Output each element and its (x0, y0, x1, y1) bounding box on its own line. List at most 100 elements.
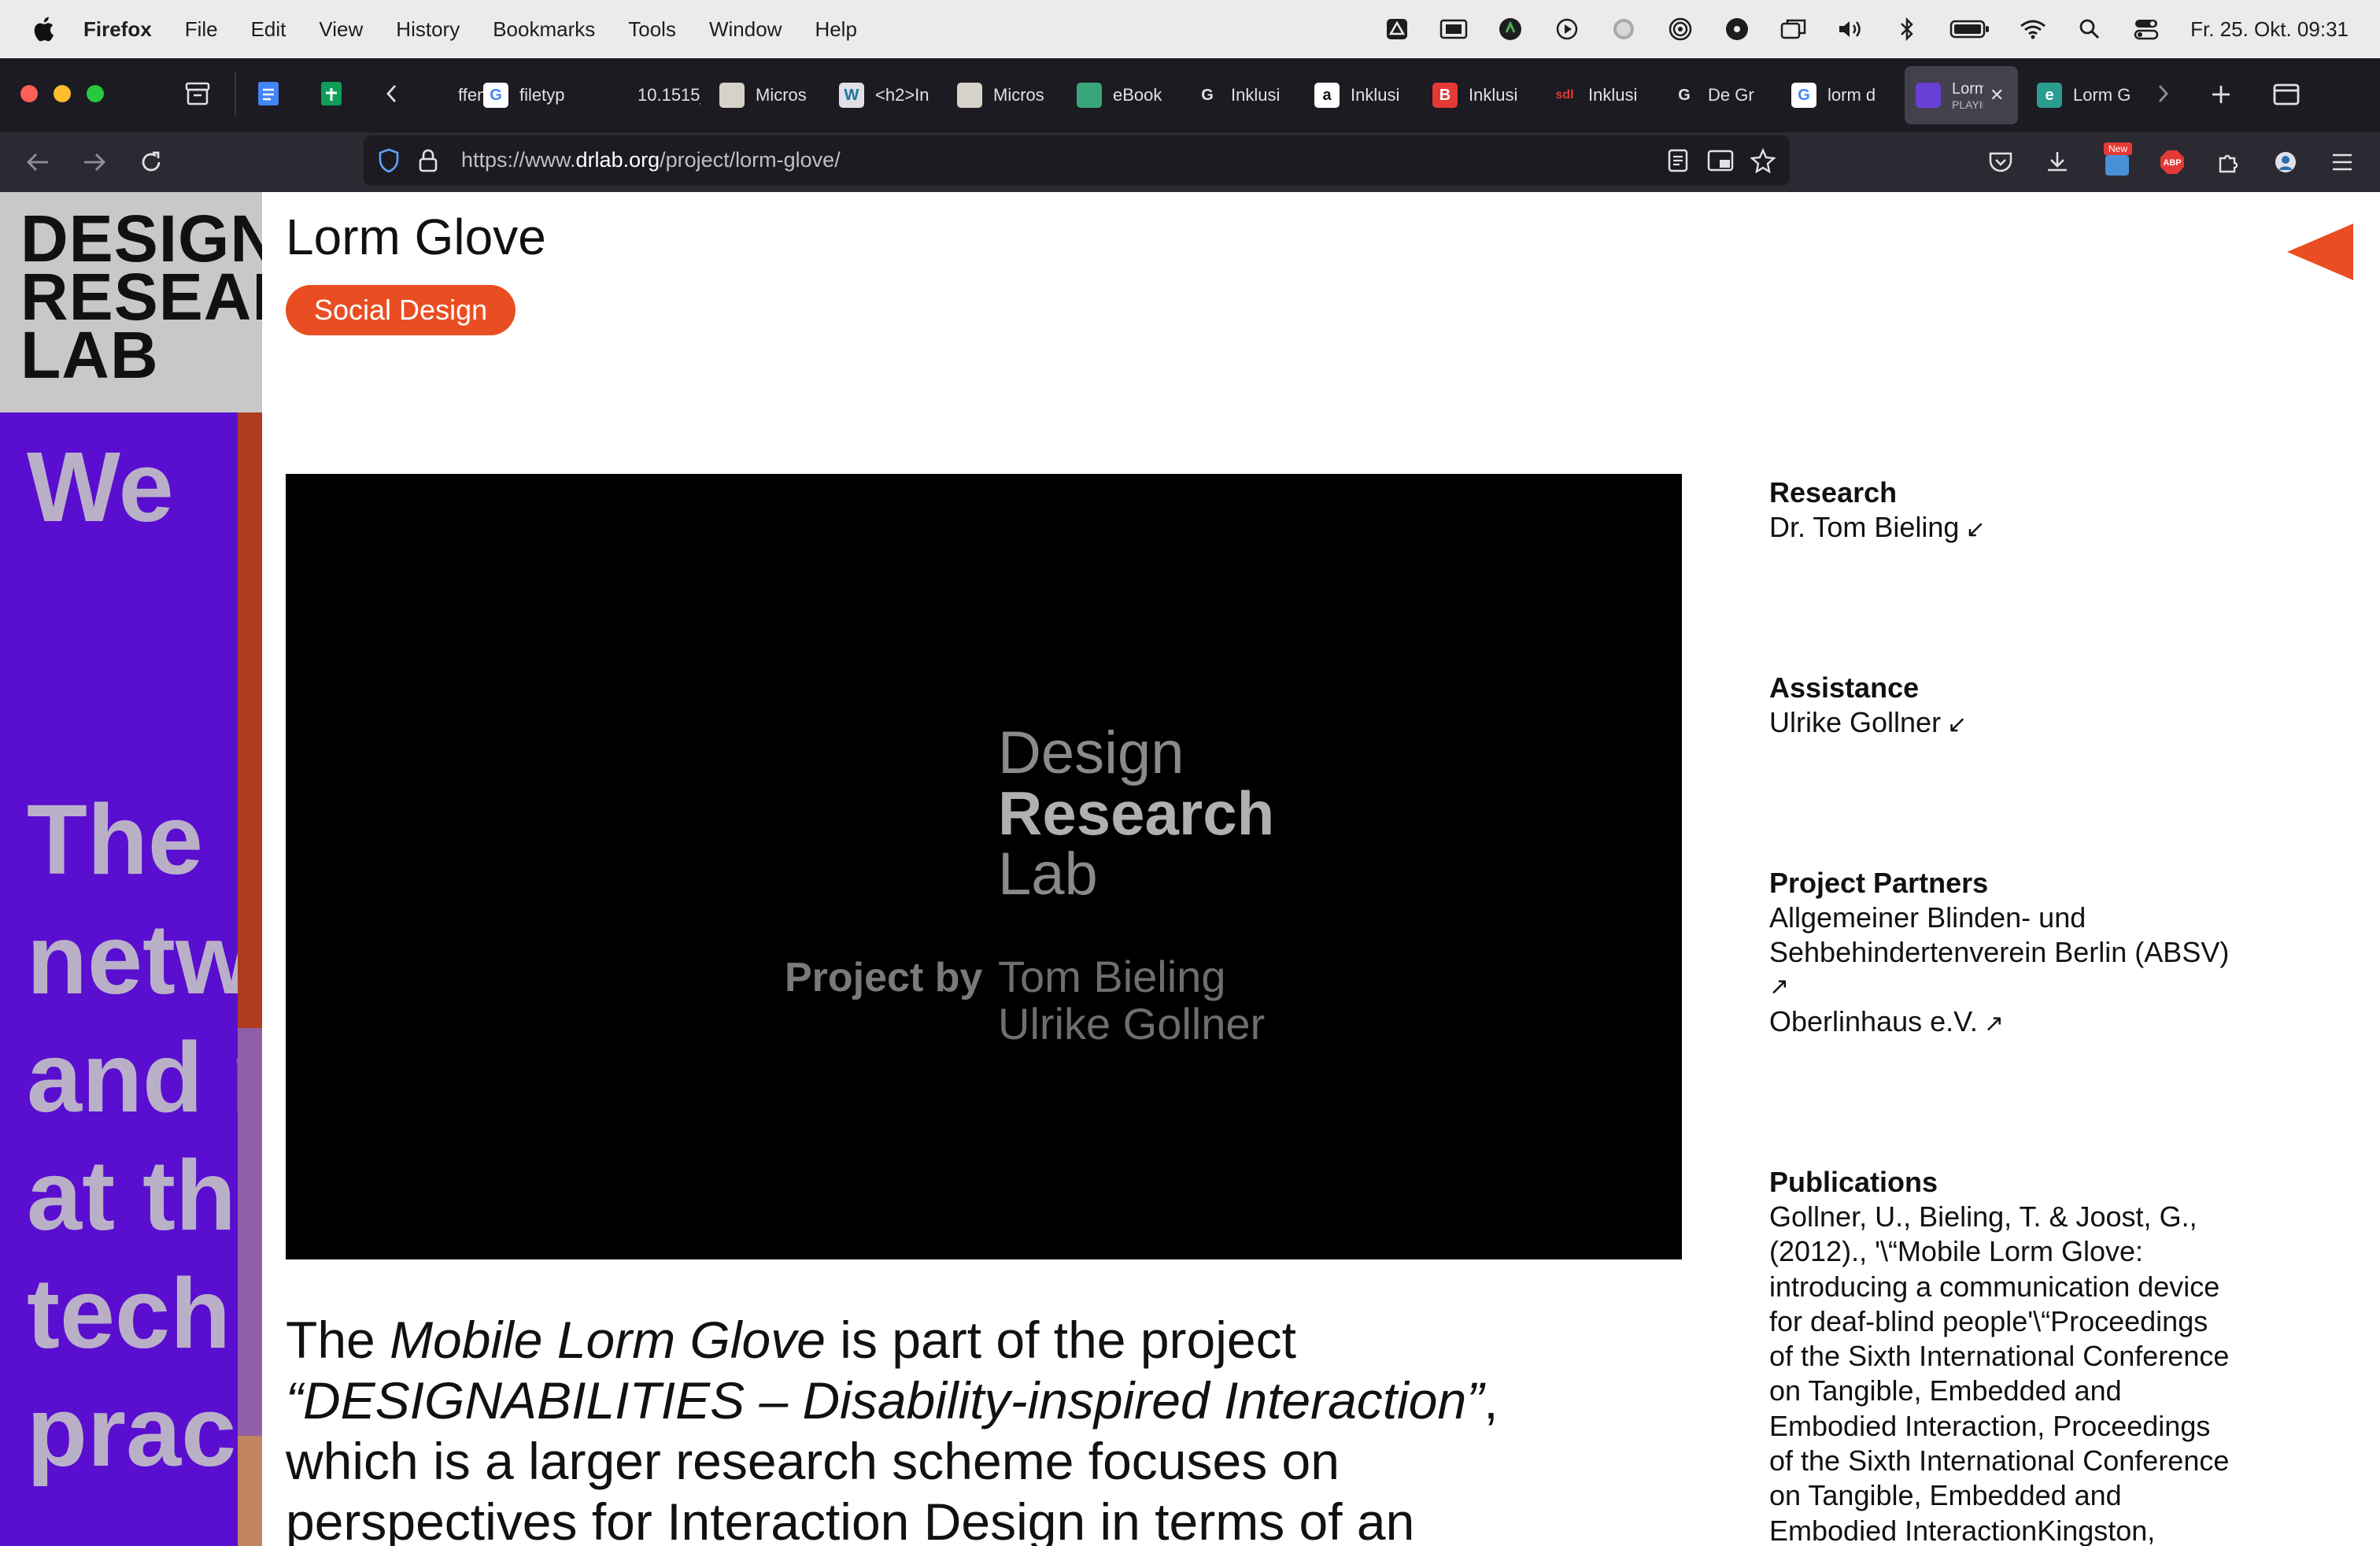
wifi-icon[interactable] (2017, 13, 2049, 45)
menu-bookmarks[interactable]: Bookmarks (493, 17, 595, 42)
reload-icon[interactable] (135, 146, 167, 178)
macos-menubar: Firefox File Edit View History Bookmarks… (0, 0, 2380, 58)
publication-line: Embodied Interaction, Proceedings (1769, 1409, 2211, 1442)
publication-line: (2012)., '\“Mobile Lorm Glove: (1769, 1235, 2144, 1268)
research-person-link[interactable]: Dr. Tom Bieling ↙ (1769, 510, 2289, 547)
browser-tab[interactable]: G De Gr (1661, 66, 1771, 124)
airdrop-icon[interactable] (1665, 13, 1696, 45)
browser-tab[interactable]: Micros (708, 66, 819, 124)
browser-tab[interactable]: e Lorm G (2026, 66, 2136, 124)
menu-firefox[interactable]: Firefox (83, 17, 152, 42)
forward-arrow-icon[interactable] (79, 146, 110, 178)
intro-word: netw (27, 904, 238, 1015)
tab-favicon-icon: G (1678, 86, 1691, 104)
play-circle-icon[interactable] (1551, 13, 1583, 45)
description-text: , (1484, 1371, 1499, 1429)
back-triangle-icon[interactable] (2287, 224, 2353, 280)
category-strip-orange[interactable] (238, 412, 262, 1028)
account-avatar-icon[interactable] (2270, 146, 2301, 178)
control-center-icon[interactable] (2131, 13, 2162, 45)
spotlight-search-icon[interactable] (2074, 13, 2105, 45)
display-icon[interactable] (1438, 13, 1469, 45)
browser-tab-active[interactable]: LormPLAYING ✕ (1905, 66, 2018, 124)
tab-title: Lorm G (2073, 85, 2131, 105)
tab-favicon-icon (1077, 83, 1102, 108)
menubar-clock[interactable]: Fr. 25. Okt. 09:31 (2190, 17, 2349, 42)
site-logo[interactable]: DESIGN RESEARCH LAB (0, 192, 262, 412)
category-strip-tan[interactable] (238, 1436, 262, 1546)
partner-link-absv[interactable]: Allgemeiner Blinden- und Sehbehindertenve… (1769, 901, 2289, 1004)
bookmark-star-icon[interactable] (1747, 145, 1779, 176)
downloads-icon[interactable] (2042, 146, 2073, 178)
browser-tab[interactable]: 10.1515_97 (590, 66, 700, 124)
research-heading: Research (1769, 476, 1898, 509)
tab-title: lorm d (1828, 85, 1876, 105)
drive-icon[interactable] (1381, 13, 1413, 45)
screens-icon[interactable] (1778, 13, 1809, 45)
app-menu-hamburger-icon[interactable] (2326, 146, 2358, 178)
tab-title: Micros (993, 85, 1044, 105)
project-video-player[interactable]: Design Research Lab Project by Tom Bieli… (286, 474, 1682, 1259)
browser-tab[interactable]: Gfiletyp (472, 66, 582, 124)
new-tab-plus-icon[interactable] (2205, 79, 2237, 110)
tab-favicon-icon (1916, 83, 1941, 108)
partner-link-oberlinhaus[interactable]: Oberlinhaus e.V. ↗ (1769, 1004, 2289, 1041)
back-arrow-icon[interactable] (22, 146, 54, 178)
pocket-icon[interactable] (1985, 146, 2016, 178)
tab-title: Lorm (1952, 80, 1983, 98)
publications-heading: Publications (1769, 1166, 1938, 1198)
partners-heading: Project Partners (1769, 867, 1989, 899)
browser-tab[interactable]: sdl Inklusi (1541, 66, 1651, 124)
description-line: perspectives for Interaction Design in t… (286, 1492, 1415, 1546)
fan-icon[interactable] (1721, 13, 1753, 45)
url-text[interactable]: https://www.drlab.org/project/lorm-glove… (461, 148, 841, 172)
browser-tab[interactable]: a Inklusi (1303, 66, 1414, 124)
browser-tab[interactable]: W <h2>In (828, 66, 938, 124)
browser-tab[interactable]: Micros (946, 66, 1056, 124)
picture-in-picture-icon[interactable] (1705, 145, 1736, 176)
menu-history[interactable]: History (396, 17, 460, 42)
publication-line: of the Sixth International Conference (1769, 1340, 2230, 1373)
category-tag-social-design[interactable]: Social Design (286, 285, 516, 335)
tab-title: 10.1515_97 (638, 85, 700, 105)
menu-tools[interactable]: Tools (628, 17, 676, 42)
tab-title: Inklusi (1351, 85, 1400, 105)
battery-icon[interactable] (1948, 13, 1992, 45)
svg-text:ABP: ABP (2163, 158, 2181, 168)
publication-line: Gollner, U., Bieling, T. & Joost, G., (1769, 1200, 2197, 1233)
assistance-person-link[interactable]: Ulrike Gollner ↙ (1769, 705, 2289, 742)
globe-icon[interactable] (1608, 13, 1639, 45)
menu-edit[interactable]: Edit (251, 17, 286, 42)
app-s-icon[interactable] (1495, 13, 1526, 45)
browser-tab[interactable]: Glorm d (1780, 66, 1890, 124)
tab-close-icon[interactable]: ✕ (1990, 85, 2004, 105)
menu-help[interactable]: Help (815, 17, 856, 42)
publication-entry: Gollner, U., Bieling, T. & Joost, G., (2… (1769, 1200, 2289, 1546)
list-all-tabs-icon[interactable] (2270, 79, 2303, 110)
side-intro-panel[interactable]: We The netw and r at th tech prac (0, 412, 238, 1546)
bluetooth-icon[interactable] (1891, 13, 1923, 45)
menu-file[interactable]: File (185, 17, 218, 42)
publication-line: of the Sixth International Conference (1769, 1444, 2230, 1478)
publication-line: Embodied InteractionKingston, (1769, 1514, 2156, 1546)
assistance-heading: Assistance (1769, 671, 1920, 704)
browser-tab[interactable]: G Inklusi (1184, 66, 1294, 124)
tab-favicon-icon: G (1791, 83, 1816, 108)
menu-view[interactable]: View (319, 17, 363, 42)
reader-view-icon[interactable] (1662, 145, 1694, 176)
browser-tab[interactable]: B Inklusi (1421, 66, 1532, 124)
extension-new-icon[interactable]: New (2098, 140, 2136, 181)
publication-line: for deaf-blind people'\“Proceedings (1769, 1304, 2208, 1337)
tabs-scroll-right-icon[interactable] (2152, 79, 2175, 109)
extensions-puzzle-icon[interactable] (2213, 146, 2245, 178)
menu-window[interactable]: Window (709, 17, 782, 42)
volume-icon[interactable] (1835, 13, 1866, 45)
address-bar[interactable]: https://www.drlab.org/project/lorm-glove… (364, 135, 1790, 186)
arrow-down-left-icon: ↙ (1965, 516, 1986, 542)
adblock-plus-icon[interactable]: ABP (2156, 146, 2188, 178)
lock-icon[interactable] (412, 145, 444, 176)
tab-favicon-icon (422, 83, 447, 108)
tracking-protection-shield-icon[interactable] (373, 145, 405, 176)
apple-logo-icon[interactable] (31, 16, 55, 43)
browser-tab[interactable]: eBook (1066, 66, 1176, 124)
